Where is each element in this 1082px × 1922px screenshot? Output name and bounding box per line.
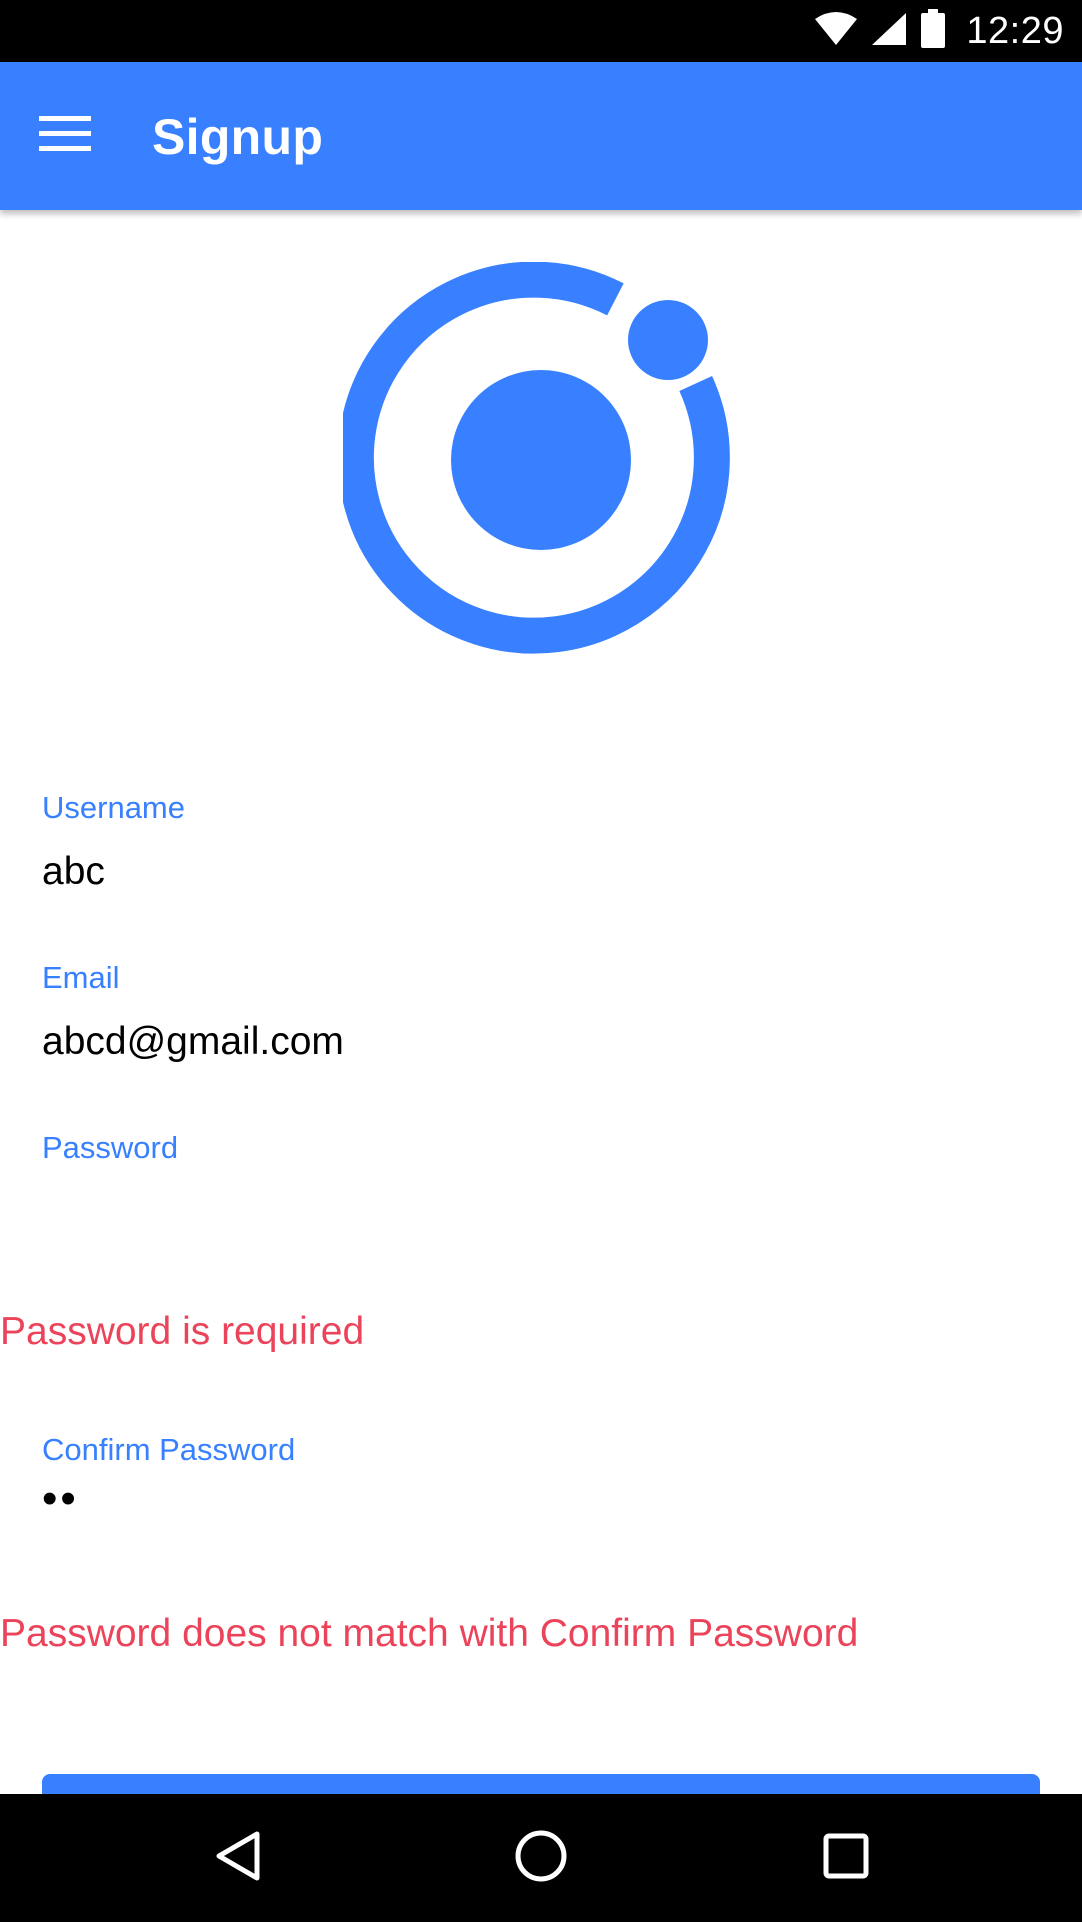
email-label: Email <box>42 960 120 995</box>
password-label: Password <box>42 1130 179 1165</box>
status-bar: 12:29 <box>0 0 1082 62</box>
battery-icon <box>920 8 946 54</box>
username-input[interactable] <box>42 842 1042 902</box>
navigation-bar <box>0 1794 1082 1922</box>
confirm-password-label: Confirm Password <box>42 1432 296 1467</box>
signup-button[interactable] <box>42 1774 1040 1794</box>
content: Username Email Password Password is requ… <box>0 210 1082 1794</box>
hamburger-menu-icon <box>39 114 93 159</box>
home-circle-icon <box>513 1828 569 1889</box>
username-label: Username <box>42 790 185 825</box>
back-button[interactable] <box>208 1828 268 1888</box>
page-title: Signup <box>152 109 324 165</box>
recents-button[interactable] <box>816 1828 876 1888</box>
confirm-password-input[interactable]: •• <box>42 1474 1042 1534</box>
password-error: Password is required <box>0 1310 365 1353</box>
menu-button[interactable] <box>28 98 104 174</box>
email-input[interactable] <box>42 1012 1042 1072</box>
wifi-icon <box>814 11 858 52</box>
password-input[interactable] <box>42 1182 1042 1242</box>
toolbar: Signup <box>0 62 1082 210</box>
confirm-password-error: Password does not match with Confirm Pas… <box>0 1612 859 1655</box>
status-icons: 12:29 <box>814 8 1064 54</box>
status-time: 12:29 <box>966 9 1064 52</box>
recents-square-icon <box>821 1831 871 1886</box>
signup-screen: 12:29 Signup Username abc Email abcd@gma… <box>0 0 1082 1922</box>
back-triangle-icon <box>213 1830 263 1887</box>
cellular-signal-icon <box>870 11 908 52</box>
home-button[interactable] <box>511 1828 571 1888</box>
ionic-logo-icon <box>337 261 739 658</box>
